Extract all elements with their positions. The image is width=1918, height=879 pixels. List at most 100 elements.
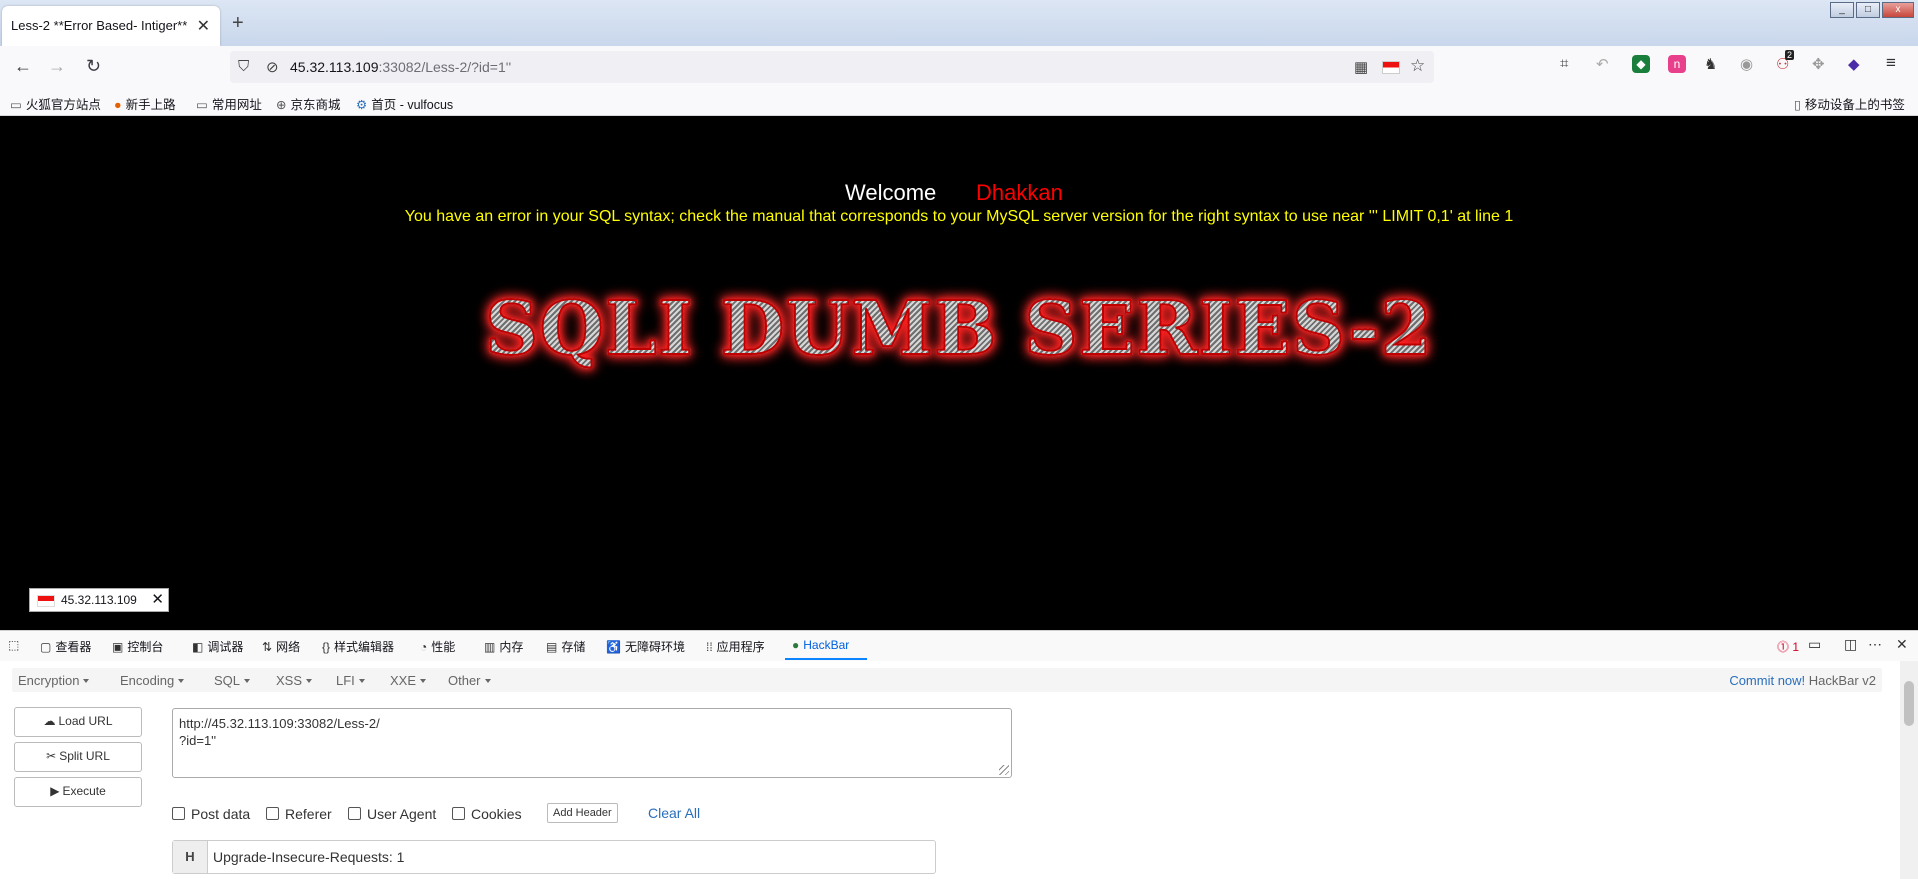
tab-memory[interactable]: ▥ 内存 bbox=[484, 638, 523, 655]
url-text[interactable]: 45.32.113.109:33082/Less-2/?id=1'' bbox=[290, 59, 511, 75]
cookies-checkbox[interactable]: Cookies bbox=[452, 806, 522, 822]
extension-n-icon[interactable]: n bbox=[1668, 55, 1686, 73]
tab-accessibility[interactable]: ♿ 无障碍环境 bbox=[606, 638, 685, 655]
window-controls: _ □ x bbox=[1830, 2, 1914, 18]
referer-checkbox[interactable]: Referer bbox=[266, 806, 332, 822]
checkbox-label: Post data bbox=[191, 806, 251, 822]
ublock-icon[interactable]: ◆ bbox=[1632, 55, 1650, 73]
tab-close-icon[interactable]: ✕ bbox=[197, 16, 210, 36]
menu-sql[interactable]: SQL bbox=[214, 673, 251, 688]
memory-icon: ▥ bbox=[484, 640, 496, 654]
qr-icon[interactable]: ▦ bbox=[1354, 58, 1368, 76]
puzzle-icon[interactable]: ✥ bbox=[1812, 55, 1825, 73]
mobile-bookmarks[interactable]: ▯ 移动设备上的书签 bbox=[1794, 94, 1905, 113]
close-window-button[interactable]: x bbox=[1882, 2, 1914, 18]
tab-inspector[interactable]: ▢ 查看器 bbox=[40, 638, 91, 655]
debugger-icon: ◧ bbox=[192, 640, 204, 654]
bookmark-item[interactable]: ⊕ 京东商城 bbox=[276, 94, 341, 113]
hackbar-icon: ● bbox=[792, 638, 800, 652]
url-host: 45.32.113.109 bbox=[290, 59, 379, 75]
crop-icon[interactable]: ⌗ bbox=[1560, 55, 1568, 72]
maximize-button[interactable]: □ bbox=[1856, 2, 1880, 18]
dock-icon[interactable]: ◫ bbox=[1844, 636, 1857, 653]
user-agent-checkbox[interactable]: User Agent bbox=[348, 806, 436, 822]
cloud-download-icon: ☁ bbox=[43, 714, 56, 728]
more-options-icon[interactable]: ⋯ bbox=[1868, 636, 1882, 653]
picker-icon[interactable]: ⬚ bbox=[8, 638, 23, 652]
banner-title: SQLI DUMB SERIES-2 bbox=[0, 285, 1918, 373]
caret-down-icon bbox=[420, 679, 427, 683]
nav-bar: ← → ↻ ⛉ ⊘ 45.32.113.109:33082/Less-2/?id… bbox=[0, 46, 1918, 88]
tab-debugger[interactable]: ◧ 调试器 bbox=[192, 638, 243, 655]
error-count-badge[interactable]: ⓵ 1 bbox=[1777, 638, 1799, 655]
caret-down-icon bbox=[83, 679, 90, 683]
bookmark-item[interactable]: ⚙ 首页 - vulfocus bbox=[356, 94, 453, 113]
vertical-scrollbar[interactable] bbox=[1900, 661, 1918, 879]
braces-icon: {} bbox=[322, 640, 331, 654]
tab-console[interactable]: ▣ 控制台 bbox=[112, 638, 163, 655]
tab-title: Less-2 **Error Based- Intiger** bbox=[11, 18, 188, 33]
star-icon[interactable]: ☆ bbox=[1410, 56, 1425, 76]
checkbox-label: Cookies bbox=[471, 806, 522, 822]
commit-link[interactable]: Commit now! bbox=[1729, 673, 1805, 688]
devtools-toolbar: ⬚ ▢ 查看器 ▣ 控制台 ◧ 调试器 ⇅ 网络 {} 样式编辑器 ◔ 性能 ▥ 内存 ▤ 存储… bbox=[0, 630, 1918, 662]
shield-icon[interactable]: ⛉ bbox=[238, 58, 249, 75]
menu-other[interactable]: Other bbox=[448, 673, 491, 688]
ip-indicator[interactable]: 45.32.113.109 ✕ bbox=[29, 588, 169, 612]
checkbox-label: User Agent bbox=[367, 806, 437, 822]
split-url-button[interactable]: ✂ Split URL bbox=[14, 742, 142, 772]
scrollbar-thumb[interactable] bbox=[1904, 681, 1914, 726]
responsive-icon[interactable]: ▭ bbox=[1808, 636, 1821, 653]
close-icon[interactable]: ✕ bbox=[151, 590, 164, 608]
tab-network[interactable]: ⇅ 网络 bbox=[262, 638, 300, 655]
resize-handle[interactable] bbox=[999, 765, 1009, 775]
new-tab-button[interactable]: + bbox=[232, 12, 244, 35]
bookmark-item[interactable]: ▭ 常用网址 bbox=[196, 94, 262, 113]
tab-hackbar[interactable]: ● HackBar bbox=[792, 638, 849, 652]
menu-xxe[interactable]: XXE bbox=[390, 673, 427, 688]
tab-application[interactable]: ⁞⁞ 应用程序 bbox=[706, 638, 765, 655]
bookmark-item[interactable]: ● 新手上路 bbox=[114, 94, 176, 113]
url-bar[interactable]: ⛉ ⊘ 45.32.113.109:33082/Less-2/?id=1'' ▦… bbox=[230, 51, 1434, 83]
lock-icon[interactable]: ⊘ bbox=[266, 58, 279, 76]
welcome-text: Welcome bbox=[845, 180, 937, 205]
bookmark-label: 新手上路 bbox=[125, 98, 176, 112]
network-icon: ⇅ bbox=[262, 640, 273, 654]
bookmark-label: 常用网址 bbox=[211, 98, 262, 112]
extension-badge: 2 bbox=[1785, 50, 1795, 60]
url-path: :33082/Less-2/?id=1'' bbox=[378, 59, 512, 75]
bookmark-item[interactable]: ▭ 火狐官方站点 bbox=[10, 94, 101, 113]
tab-performance[interactable]: ◔ 性能 bbox=[420, 638, 455, 655]
back-icon[interactable]: ← bbox=[14, 56, 32, 77]
hackbar-version: HackBar v2 bbox=[1808, 673, 1876, 688]
menu-icon[interactable]: ≡ bbox=[1886, 53, 1896, 73]
circle-icon[interactable]: ◉ bbox=[1740, 55, 1753, 73]
menu-xss[interactable]: XSS bbox=[276, 673, 313, 688]
load-url-button[interactable]: ☁ Load URL bbox=[14, 707, 142, 737]
post-data-checkbox[interactable]: Post data bbox=[172, 806, 250, 822]
tab-style-editor[interactable]: {} 样式编辑器 bbox=[322, 638, 394, 655]
active-tab[interactable]: Less-2 **Error Based- Intiger** ✕ bbox=[2, 6, 220, 46]
undo-icon[interactable]: ↶ bbox=[1596, 55, 1609, 73]
forward-icon[interactable]: → bbox=[48, 56, 66, 77]
checkbox-box bbox=[172, 807, 185, 820]
url-textarea[interactable]: http://45.32.113.109:33082/Less-2/ ?id=1… bbox=[172, 708, 1012, 778]
diamond-icon[interactable]: ◆ bbox=[1848, 55, 1860, 73]
menu-encoding[interactable]: Encoding bbox=[120, 673, 185, 688]
flag-icon[interactable] bbox=[1382, 61, 1400, 74]
devtools-tab-label: 样式编辑器 bbox=[334, 640, 395, 654]
reload-icon[interactable]: ↻ bbox=[86, 56, 101, 77]
devtools-close-icon[interactable]: ✕ bbox=[1896, 636, 1908, 653]
clear-all-link[interactable]: Clear All bbox=[648, 805, 700, 821]
menu-encryption[interactable]: Encryption bbox=[18, 673, 90, 688]
execute-button[interactable]: ▶ Execute bbox=[14, 777, 142, 807]
menu-lfi[interactable]: LFI bbox=[336, 673, 365, 688]
welcome-name: Dhakkan bbox=[976, 180, 1063, 205]
add-header-button[interactable]: Add Header bbox=[547, 803, 618, 823]
bookmark-label: 移动设备上的书签 bbox=[1804, 98, 1905, 112]
header-value-input[interactable]: Upgrade-Insecure-Requests: 1 bbox=[213, 849, 404, 865]
minimize-button[interactable]: _ bbox=[1830, 2, 1854, 18]
tab-storage[interactable]: ▤ 存储 bbox=[546, 638, 585, 655]
user-agent-icon[interactable]: ♞ bbox=[1704, 55, 1717, 73]
menu-label: Encoding bbox=[120, 673, 175, 688]
